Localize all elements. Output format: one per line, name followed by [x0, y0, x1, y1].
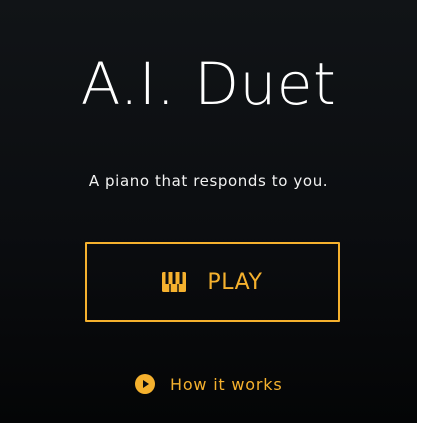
how-it-works-label: How it works [170, 374, 283, 394]
how-it-works-link[interactable]: How it works [135, 372, 282, 396]
play-button-label: PLAY [207, 269, 263, 295]
play-circle-icon [135, 374, 155, 394]
piano-keys-icon [162, 272, 187, 292]
app-screen: A.I. Duet A piano that responds to you. … [0, 0, 421, 425]
play-button[interactable]: PLAY [85, 242, 340, 322]
intro-panel: A.I. Duet A piano that responds to you. … [0, 0, 417, 423]
app-title: A.I. Duet [80, 50, 337, 118]
app-subtitle: A piano that responds to you. [88, 172, 329, 190]
